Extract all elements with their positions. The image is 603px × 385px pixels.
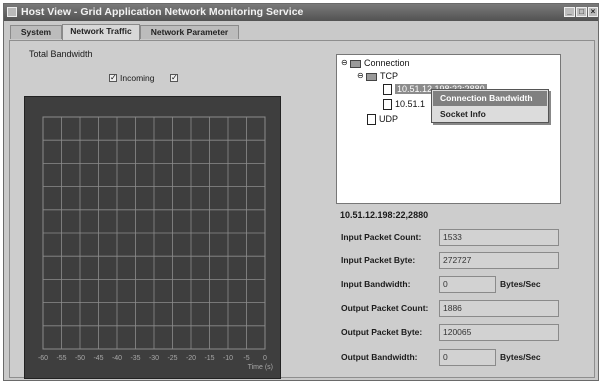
output-packet-byte-label: Output Packet Byte:: [341, 327, 423, 337]
x-tick-label: -60: [38, 355, 48, 362]
document-icon: [383, 99, 392, 111]
outgoing-checkbox[interactable]: ✓: [170, 74, 178, 82]
bandwidth-chart: -60 -55 -50 -45 -40 -35 -30 -25 -20 -15 -10 -5 0 Time…: [24, 96, 281, 379]
output-packet-count-field[interactable]: 1886: [439, 300, 559, 317]
folder-icon: [350, 59, 361, 68]
incoming-checkbox[interactable]: ✓: [109, 74, 117, 82]
x-tick-label: -50: [75, 355, 85, 362]
document-icon: [367, 114, 376, 126]
minimize-button[interactable]: _: [564, 7, 575, 17]
tree-node-conn2[interactable]: 10.51.1: [383, 99, 426, 111]
root-toggle[interactable]: ⊖: [341, 58, 348, 67]
tree-node-conn2-label: 10.51.1: [395, 99, 426, 109]
tab-network-parameter[interactable]: Network Parameter: [140, 25, 239, 39]
output-packet-count-label: Output Packet Count:: [341, 303, 429, 313]
x-tick-label: -55: [56, 355, 66, 362]
document-icon: [383, 84, 392, 96]
x-tick-label: -40: [112, 355, 122, 362]
main-window: Host View - Grid Application Network Mon…: [3, 3, 599, 381]
bandwidth-chart-svg: -60 -55 -50 -45 -40 -35 -30 -25 -20 -15 -10 -5 0Time…: [38, 116, 273, 371]
maximize-button[interactable]: □: [576, 7, 587, 17]
x-tick-label: -35: [130, 355, 140, 362]
output-bandwidth-field[interactable]: 0: [439, 349, 496, 366]
input-packet-byte-label: Input Packet Byte:: [341, 255, 416, 265]
connection-tree[interactable]: ⊖ Connection ⊖ TCP 10.51.12.198:22:2880 …: [336, 54, 561, 204]
input-bandwidth-label: Input Bandwidth:: [341, 279, 411, 289]
x-tick-label: 0: [263, 355, 267, 362]
input-bandwidth-field[interactable]: 0: [439, 276, 496, 293]
menu-item-connection-bandwidth[interactable]: Connection Bandwidth: [433, 91, 547, 106]
title-bar[interactable]: Host View - Grid Application Network Mon…: [4, 4, 598, 21]
x-tick-label: -10: [223, 355, 233, 362]
folder-icon: [366, 72, 377, 81]
close-button[interactable]: ×: [588, 7, 598, 17]
tree-node-tcp[interactable]: TCP: [366, 71, 398, 81]
x-tick-label: -20: [186, 355, 196, 362]
tab-network-traffic[interactable]: Network Traffic: [62, 24, 140, 40]
x-tick-label: -15: [204, 355, 214, 362]
tree-node-connection-label: Connection: [364, 58, 410, 68]
menu-item-socket-info[interactable]: Socket Info: [433, 107, 547, 122]
selected-connection: 10.51.12.198:22,2880: [340, 210, 429, 220]
bandwidth-title: Total Bandwidth: [29, 49, 93, 59]
x-tick-label: -25: [167, 355, 177, 362]
window-title: Host View - Grid Application Network Mon…: [21, 6, 304, 18]
input-packet-count-label: Input Packet Count:: [341, 232, 422, 242]
tab-system[interactable]: System: [10, 25, 62, 39]
x-tick-label: -45: [93, 355, 103, 362]
tree-node-connection[interactable]: Connection: [350, 58, 410, 68]
input-packet-byte-field[interactable]: 272727: [439, 252, 559, 269]
tree-node-udp[interactable]: UDP: [367, 114, 399, 126]
x-axis-label: Time (s): [248, 364, 273, 371]
tree-node-udp-label: UDP: [379, 114, 399, 124]
input-packet-count-field[interactable]: 1533: [439, 229, 559, 246]
x-tick-label: -30: [149, 355, 159, 362]
output-packet-byte-field[interactable]: 120065: [439, 324, 559, 341]
incoming-label: Incoming: [120, 73, 155, 83]
input-bandwidth-unit: Bytes/Sec: [500, 279, 541, 289]
x-tick-label: -5: [243, 355, 249, 362]
tcp-toggle[interactable]: ⊖: [357, 71, 364, 80]
tree-node-tcp-label: TCP: [380, 71, 398, 81]
app-icon[interactable]: [7, 7, 17, 17]
context-menu: Connection Bandwidth Socket Info: [431, 89, 549, 123]
output-bandwidth-label: Output Bandwidth:: [341, 352, 418, 362]
output-bandwidth-unit: Bytes/Sec: [500, 352, 541, 362]
